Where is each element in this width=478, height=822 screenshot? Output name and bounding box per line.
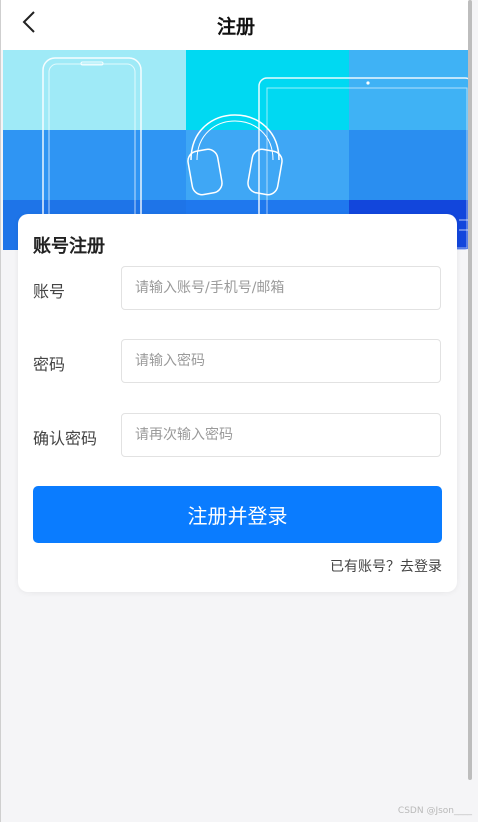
register-card: 账号注册 账号 密码 确认密码 注册并登录 已有账号？去登录 — [18, 214, 457, 592]
nav-header: 注册 — [1, 0, 471, 50]
account-row: 账号 — [33, 266, 442, 312]
back-button[interactable] — [15, 8, 43, 36]
password-input[interactable] — [121, 339, 441, 383]
account-label: 账号 — [33, 282, 66, 301]
confirm-password-label: 确认密码 — [33, 429, 98, 448]
password-row: 密码 — [33, 339, 442, 385]
confirm-password-row: 确认密码 — [33, 413, 442, 459]
password-label: 密码 — [33, 355, 66, 374]
go-login-link[interactable]: 已有账号？去登录 — [330, 556, 442, 576]
watermark: CSDN @Json____ — [397, 806, 472, 816]
page-title: 注册 — [216, 15, 255, 38]
scrollbar[interactable] — [468, 0, 472, 780]
register-login-button[interactable]: 注册并登录 — [33, 486, 442, 543]
confirm-password-input[interactable] — [121, 413, 441, 457]
chevron-left-icon — [22, 11, 35, 33]
account-input[interactable] — [121, 266, 441, 310]
app-frame: 注册 账号注册 账号 请输入账号/手机号/邮箱 密码 确认密码 注册并登录 已有… — [0, 0, 471, 822]
card-title: 账号注册 — [33, 236, 105, 257]
